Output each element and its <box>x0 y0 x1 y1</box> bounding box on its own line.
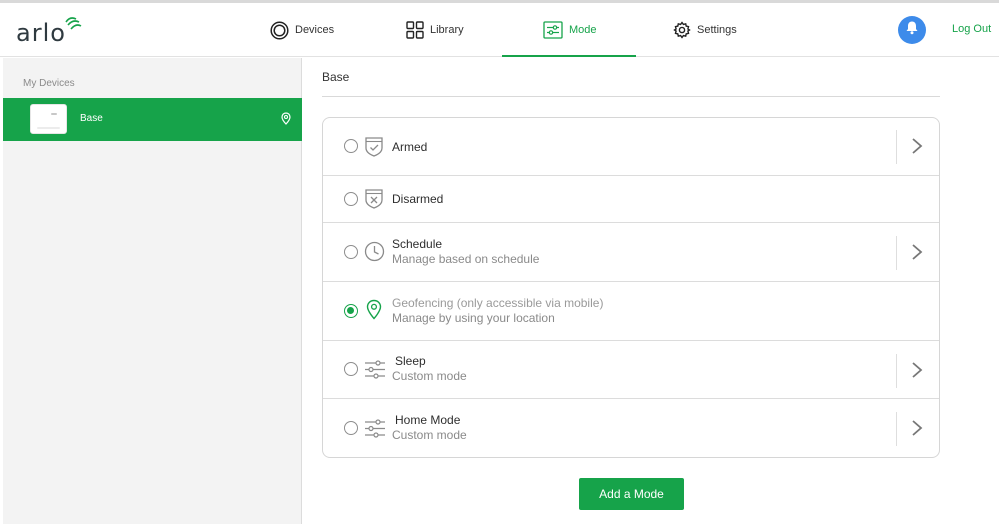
mode-name: Geofencing (only accessible via mobile) <box>392 296 604 310</box>
page-title: Base <box>322 70 350 84</box>
row-divider <box>896 354 897 388</box>
mode-radio[interactable] <box>344 192 358 206</box>
nav-devices-label: Devices <box>295 24 335 36</box>
chevron-right-icon[interactable] <box>911 361 923 384</box>
mode-sleep[interactable]: Sleep Custom mode <box>323 341 939 399</box>
notifications-button[interactable] <box>898 16 926 44</box>
row-divider <box>896 412 897 446</box>
mode-disarmed[interactable]: Disarmed <box>323 176 939 223</box>
mode-sliders-icon <box>543 21 563 39</box>
sliders-icon <box>364 419 386 438</box>
mode-radio[interactable] <box>344 421 358 435</box>
sliders-icon <box>364 360 386 379</box>
nav-mode[interactable]: Mode <box>543 3 597 57</box>
device-name: Base <box>80 113 103 124</box>
logout-link[interactable]: Log Out <box>952 23 991 35</box>
bell-icon <box>905 20 919 40</box>
mode-description: Custom mode <box>392 369 467 383</box>
active-tab-indicator <box>502 55 636 57</box>
mode-name: Armed <box>392 140 428 154</box>
chevron-right-icon[interactable] <box>911 137 923 160</box>
gear-icon <box>673 21 691 39</box>
sidebar: My Devices Base <box>3 58 302 524</box>
mode-schedule[interactable]: Schedule Manage based on schedule <box>323 223 939 282</box>
location-pin-icon <box>281 112 291 130</box>
shield-check-icon <box>364 136 384 157</box>
mode-geofencing[interactable]: Geofencing (only accessible via mobile) … <box>323 282 939 341</box>
arlo-logo[interactable]: arlo <box>16 13 82 47</box>
mode-description: Custom mode <box>392 428 467 442</box>
mode-name: Sleep <box>395 354 426 368</box>
mode-home[interactable]: Home Mode Custom mode <box>323 399 939 457</box>
top-navigation-bar: arlo Devices Library Mode Settings Log O… <box>0 3 999 57</box>
chevron-right-icon[interactable] <box>911 243 923 266</box>
sidebar-heading: My Devices <box>23 78 75 89</box>
mode-radio[interactable] <box>344 245 358 259</box>
row-divider <box>896 130 897 164</box>
base-station-thumbnail <box>30 104 67 134</box>
devices-icon <box>270 20 289 40</box>
library-grid-icon <box>406 21 424 39</box>
row-divider <box>896 236 897 270</box>
nav-mode-label: Mode <box>569 24 597 36</box>
clock-icon <box>364 241 385 262</box>
nav-settings[interactable]: Settings <box>673 3 737 57</box>
logo-text: arlo <box>16 19 66 47</box>
nav-library[interactable]: Library <box>406 3 464 57</box>
mode-name: Schedule <box>392 237 443 251</box>
mode-name: Home Mode <box>395 413 461 427</box>
mode-radio[interactable] <box>344 362 358 376</box>
nav-settings-label: Settings <box>697 24 737 36</box>
mode-radio-selected[interactable] <box>344 304 358 318</box>
add-mode-button[interactable]: Add a Mode <box>579 478 684 510</box>
title-divider <box>322 96 940 97</box>
mode-list: Armed Disarmed Schedule Manage based on … <box>322 117 940 458</box>
sidebar-device-base[interactable]: Base <box>3 98 302 141</box>
mode-description: Manage by using your location <box>392 311 555 325</box>
mode-description: Manage based on schedule <box>392 252 540 266</box>
mode-name: Disarmed <box>392 192 444 206</box>
mode-armed[interactable]: Armed <box>323 118 939 176</box>
nav-library-label: Library <box>430 24 464 36</box>
mode-radio[interactable] <box>344 139 358 153</box>
chevron-right-icon[interactable] <box>911 419 923 442</box>
location-pin-icon <box>366 299 382 320</box>
nav-devices[interactable]: Devices <box>270 3 334 57</box>
shield-x-icon <box>364 188 384 209</box>
